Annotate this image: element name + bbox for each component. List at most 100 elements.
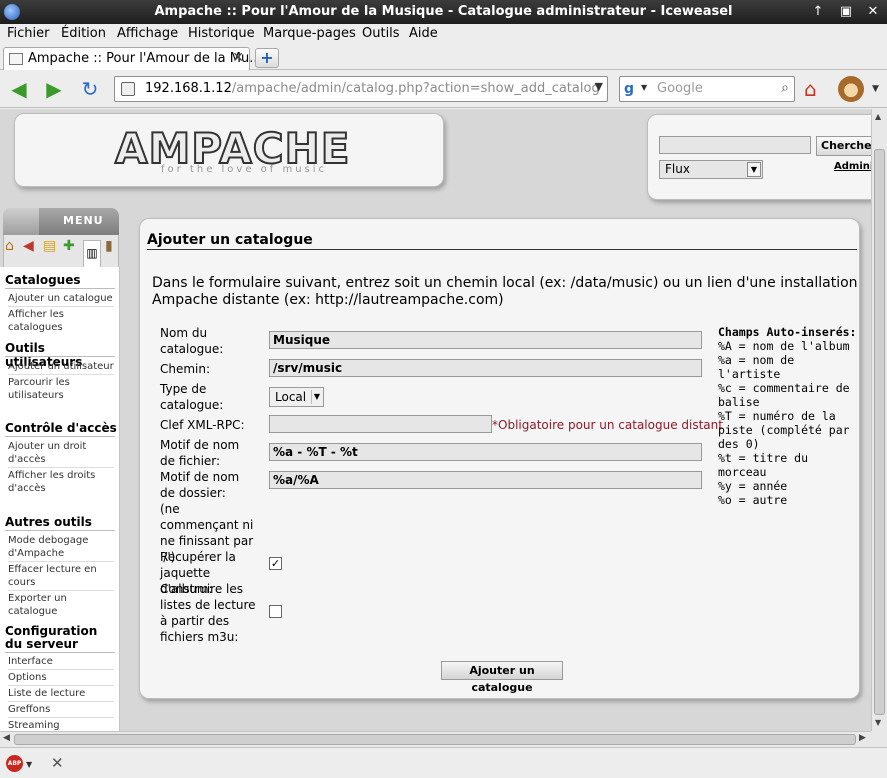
- sidebar-item-afficher-catalogues[interactable]: Afficher les catalogues: [8, 308, 116, 334]
- sidebar-item-mode-debogage[interactable]: Mode debogage d'Ampache: [8, 534, 116, 560]
- sidebar-section-catalogues: Catalogues: [5, 273, 81, 287]
- menu-fichier[interactable]: Fichier: [7, 26, 50, 41]
- horizontal-scrollbar[interactable]: ◀ ▶: [0, 731, 871, 747]
- sidebar: MENU ⌂ ◀ ▤ ✚ ▥ ▮ Catalogues Ajouter un c…: [0, 208, 120, 731]
- sidebar-item-greffons[interactable]: Greffons: [8, 703, 116, 716]
- path-input[interactable]: /srv/music: [269, 359, 702, 377]
- forward-icon[interactable]: ▶: [42, 78, 66, 100]
- tab-ampache[interactable]: Ampache :: Pour l'Amour de la Mu... ✕: [3, 47, 262, 70]
- menu-edition[interactable]: Édition: [61, 26, 106, 41]
- plugin-icon[interactable]: ✚: [63, 238, 75, 254]
- greasemonkey-icon[interactable]: [838, 76, 864, 102]
- auto-fields-help: Champs Auto-inserés: %A = nom de l'album…: [718, 325, 858, 507]
- url-bar[interactable]: 192.168.1.12/ampache/admin/catalog.php?a…: [114, 76, 608, 102]
- administration-link[interactable]: Administration: [834, 161, 871, 172]
- m3u-playlists-label: Construire les listes de lecture à parti…: [160, 582, 256, 644]
- reload-icon[interactable]: ↻: [78, 78, 102, 100]
- home-icon[interactable]: ⌂: [804, 77, 817, 101]
- scroll-left-icon[interactable]: ◀: [3, 733, 10, 743]
- vertical-scroll-thumb[interactable]: [874, 149, 885, 715]
- menu-logo-icon: [3, 208, 39, 235]
- help-line: %a = nom de l'artiste: [718, 353, 795, 381]
- xmlrpc-key-input[interactable]: [269, 415, 492, 433]
- catalog-type-label: Type de catalogue:: [160, 382, 224, 412]
- sidebar-section-controle-acces: Contrôle d'accès: [5, 421, 117, 435]
- window-restore-icon[interactable]: ▣: [837, 3, 855, 21]
- sidebar-icon-row: ⌂ ◀ ▤ ✚ ▥ ▮: [3, 235, 119, 267]
- sidebar-item-parcourir-utilisateurs[interactable]: Parcourir les utilisateurs: [8, 376, 116, 402]
- help-line: %A = nom de l'album: [718, 339, 850, 353]
- menu-tab[interactable]: MENU: [3, 208, 119, 235]
- horizontal-scroll-thumb[interactable]: [14, 734, 856, 745]
- url-dropdown-icon[interactable]: ▼: [595, 80, 603, 93]
- adblock-dropdown-icon[interactable]: ▼: [26, 760, 32, 769]
- sidebar-item-ajouter-droit[interactable]: Ajouter un droit d'accès: [8, 440, 116, 466]
- adblock-icon[interactable]: ABP: [6, 755, 23, 772]
- vertical-scrollbar[interactable]: ▲ ▼: [871, 109, 887, 731]
- link-divider: [8, 685, 114, 686]
- m3u-playlists-checkbox[interactable]: [269, 605, 282, 618]
- link-divider: [8, 717, 114, 718]
- window-titlebar: Ampache :: Pour l'Amour de la Musique - …: [0, 0, 887, 24]
- sidebar-item-liste-lecture[interactable]: Liste de lecture: [8, 687, 116, 700]
- title-divider: [147, 249, 857, 250]
- logo-header: AMPACHE for the love of music: [14, 113, 444, 187]
- site-identity-icon[interactable]: [121, 82, 135, 96]
- sidebar-item-ajouter-utilisateur[interactable]: Ajouter un utilisateur: [8, 360, 116, 373]
- menu-marque-pages[interactable]: Marque-pages: [263, 26, 356, 41]
- flux-select[interactable]: Flux ▼: [659, 160, 763, 179]
- menu-aide[interactable]: Aide: [409, 26, 438, 41]
- tab-label: Ampache :: Pour l'Amour de la Mu...: [28, 51, 262, 66]
- menu-label: MENU: [63, 214, 104, 227]
- sidebar-item-options[interactable]: Options: [8, 671, 116, 684]
- preferences-icon[interactable]: ▮: [105, 238, 113, 254]
- playlist-icon[interactable]: ▤: [43, 238, 56, 254]
- sidebar-item-ajouter-catalogue[interactable]: Ajouter un catalogue: [8, 292, 116, 305]
- back-icon[interactable]: ◀: [7, 78, 31, 100]
- scroll-down-icon[interactable]: ▼: [875, 718, 881, 727]
- catalog-type-select[interactable]: Local ▼: [269, 387, 324, 407]
- menu-affichage[interactable]: Affichage: [117, 26, 178, 41]
- album-art-checkbox[interactable]: ✓: [269, 557, 282, 570]
- catalog-name-label: Nom du catalogue:: [160, 326, 224, 356]
- menu-outils[interactable]: Outils: [362, 26, 400, 41]
- help-line: %c = commentaire de balise: [718, 381, 850, 409]
- search-icon[interactable]: ⌕: [781, 80, 789, 96]
- tab-close-icon[interactable]: ✕: [232, 50, 244, 66]
- catalog-name-input[interactable]: Musique: [269, 331, 702, 349]
- close-icon[interactable]: ✕: [51, 754, 64, 772]
- window-close-icon[interactable]: ✕: [864, 3, 882, 21]
- search-button[interactable]: Chercher: [816, 136, 871, 156]
- admin-icon[interactable]: ▥: [83, 240, 101, 267]
- new-tab-button[interactable]: +: [255, 48, 279, 68]
- window-maximize-up-icon[interactable]: ↑: [809, 3, 827, 21]
- file-pattern-input[interactable]: %a - %T - %t: [269, 443, 702, 461]
- speaker-icon[interactable]: ◀: [23, 238, 34, 254]
- chevron-down-icon[interactable]: ▼: [747, 162, 761, 177]
- greasemonkey-dropdown-icon[interactable]: ▼: [872, 84, 879, 94]
- scroll-right-icon[interactable]: ▶: [859, 733, 866, 743]
- home-icon[interactable]: ⌂: [5, 238, 14, 254]
- scroll-up-icon[interactable]: ▲: [875, 112, 881, 121]
- site-search-input[interactable]: [659, 136, 811, 154]
- search-bar[interactable]: g ▼ Google ⌕: [619, 76, 795, 102]
- sidebar-item-streaming[interactable]: Streaming: [8, 719, 116, 731]
- add-catalog-button[interactable]: Ajouter un catalogue: [441, 661, 563, 694]
- folder-pattern-input[interactable]: %a/%A: [269, 471, 702, 489]
- search-engine-icon[interactable]: g: [624, 81, 640, 97]
- menu-historique[interactable]: Historique: [188, 26, 255, 41]
- chevron-down-icon[interactable]: ▼: [311, 390, 322, 404]
- page-favicon-icon: [9, 53, 23, 65]
- sidebar-item-exporter-catalogue[interactable]: Exporter un catalogue: [8, 592, 116, 618]
- link-divider: [8, 590, 114, 591]
- sidebar-item-interface[interactable]: Interface: [8, 655, 116, 668]
- search-engine-dropdown-icon[interactable]: ▼: [641, 83, 647, 92]
- sidebar-section-configuration-serveur: Configuration du serveur: [5, 624, 98, 651]
- link-divider: [8, 374, 114, 375]
- sidebar-item-afficher-droits[interactable]: Afficher les droits d'accès: [8, 469, 116, 495]
- section-divider: [5, 356, 115, 357]
- help-line: %y = année: [718, 479, 788, 493]
- add-catalog-panel: Ajouter un catalogue Dans le formulaire …: [139, 218, 860, 699]
- sidebar-item-effacer-lecture[interactable]: Effacer lecture en cours: [8, 563, 116, 589]
- url-text: 192.168.1.12/ampache/admin/catalog.php?a…: [145, 81, 600, 96]
